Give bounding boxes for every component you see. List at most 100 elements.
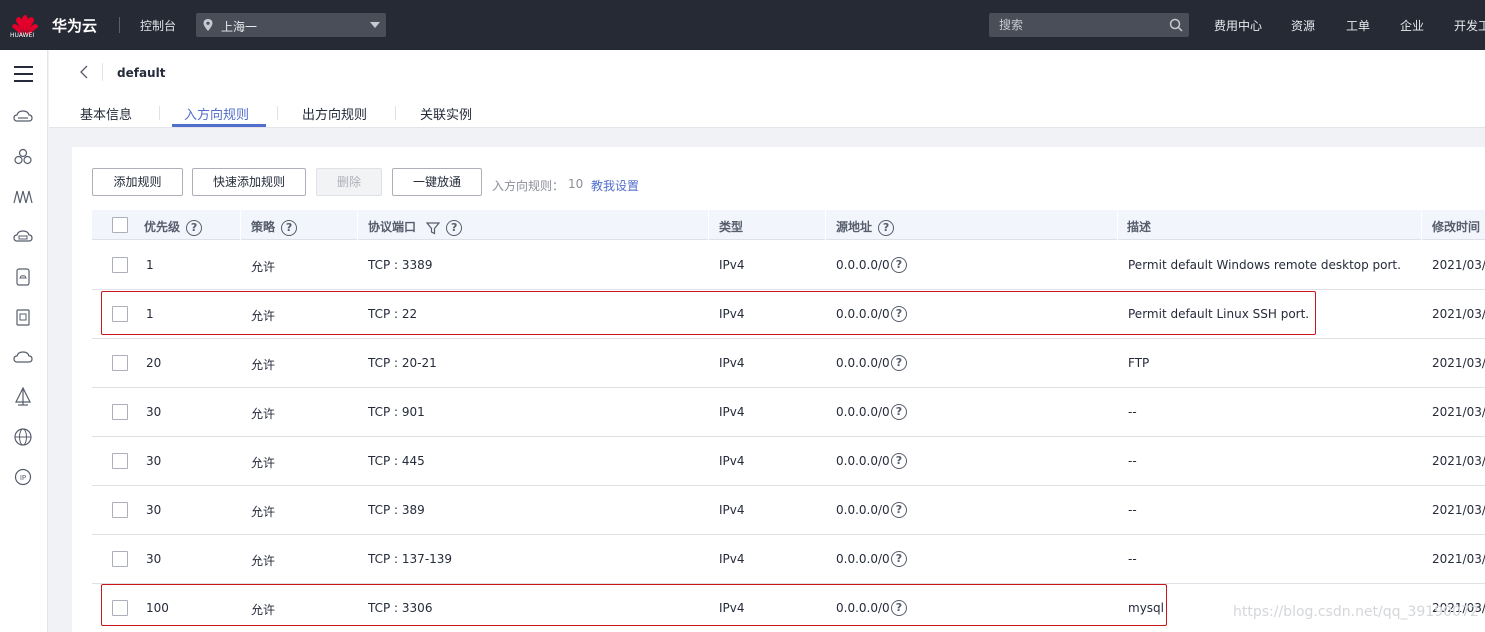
top-bar: HUAWEI 华为云 控制台 上海一 费用中心 资源 工单 企业 开发工: [0, 0, 1485, 50]
tab-basic-info[interactable]: 基本信息: [80, 104, 132, 123]
source-cell: 0.0.0.0/0: [836, 454, 890, 468]
type-cell: IPv4: [719, 503, 745, 517]
type-cell: IPv4: [719, 405, 745, 419]
priority-cell: 30: [146, 405, 162, 419]
caret-down-icon: [370, 22, 380, 28]
cloud-server-icon[interactable]: [12, 106, 34, 128]
time-cell: 2021/03/1: [1432, 552, 1485, 566]
delete-button[interactable]: 删除: [316, 168, 382, 196]
description-cell: --: [1128, 454, 1137, 468]
help-icon[interactable]: ?: [446, 219, 463, 236]
globe-icon[interactable]: [12, 426, 34, 448]
table-row[interactable]: 20 允许 TCP : 20-21 IPv4 0.0.0.0/0 ? FTP 2…: [92, 339, 1485, 388]
tab-divider: [277, 106, 278, 120]
column-header-source[interactable]: 源地址?: [836, 218, 895, 236]
help-icon[interactable]: ?: [891, 502, 907, 518]
region-select[interactable]: 上海一: [196, 13, 386, 37]
table-row[interactable]: 30 允许 TCP : 137-139 IPv4 0.0.0.0/0 ? -- …: [92, 535, 1485, 584]
back-arrow-icon[interactable]: [79, 65, 91, 79]
page-header: default 基本信息 入方向规则 出方向规则 关联实例: [49, 50, 1485, 128]
priority-cell: 30: [146, 552, 162, 566]
storage-icon[interactable]: [12, 266, 34, 288]
description-cell: --: [1128, 405, 1137, 419]
page-title: default: [117, 66, 166, 80]
tab-inbound-rules[interactable]: 入方向规则: [184, 104, 249, 123]
tab-divider: [159, 106, 160, 120]
port-cell: TCP : 389: [368, 503, 425, 517]
column-header-policy[interactable]: 策略?: [251, 218, 298, 236]
add-rule-button[interactable]: 添加规则: [92, 168, 183, 196]
table-row[interactable]: 30 允许 TCP : 445 IPv4 0.0.0.0/0 ? -- 2021…: [92, 437, 1485, 486]
help-icon[interactable]: ?: [281, 219, 298, 236]
row-checkbox[interactable]: [112, 355, 128, 371]
active-tab-indicator: [172, 124, 266, 127]
time-cell: 2021/03/0: [1432, 356, 1485, 370]
row-checkbox[interactable]: [112, 502, 128, 518]
tab-outbound-rules[interactable]: 出方向规则: [302, 104, 367, 123]
column-divider: [1421, 210, 1422, 240]
column-divider: [240, 210, 241, 240]
row-checkbox[interactable]: [112, 404, 128, 420]
console-link[interactable]: 控制台: [140, 17, 176, 34]
column-header-label: 策略: [251, 220, 276, 234]
policy-cell: 允许: [251, 260, 276, 274]
allow-all-button[interactable]: 一键放通: [392, 168, 482, 196]
database-icon[interactable]: [12, 226, 34, 248]
logo-wordmark: HUAWEI: [10, 32, 35, 39]
nav-developer[interactable]: 开发工: [1454, 17, 1485, 34]
priority-cell: 1: [146, 258, 154, 272]
highlight-box-mysql: [101, 584, 1167, 626]
help-icon[interactable]: ?: [891, 355, 907, 371]
help-icon[interactable]: ?: [891, 404, 907, 420]
nav-billing[interactable]: 费用中心: [1214, 17, 1262, 34]
row-checkbox[interactable]: [112, 257, 128, 273]
nav-resources[interactable]: 资源: [1291, 17, 1315, 34]
vpc-icon[interactable]: [12, 386, 34, 408]
column-header-modified-time[interactable]: 修改时间: [1432, 218, 1480, 235]
description-cell: --: [1128, 503, 1137, 517]
help-icon[interactable]: ?: [186, 219, 203, 236]
select-all-checkbox[interactable]: [112, 217, 128, 233]
column-header-priority[interactable]: 优先级?: [144, 218, 203, 236]
tab-associated-instances[interactable]: 关联实例: [420, 104, 472, 123]
port-cell: TCP : 901: [368, 405, 425, 419]
brand-name[interactable]: 华为云: [52, 15, 97, 36]
column-header-label: 优先级: [144, 220, 181, 234]
search-icon[interactable]: [1169, 18, 1183, 32]
cluster-icon[interactable]: [12, 146, 34, 168]
time-cell: 2021/03/1: [1432, 454, 1485, 468]
network-icon[interactable]: [12, 186, 34, 208]
port-cell: TCP : 20-21: [368, 356, 437, 370]
backup-icon[interactable]: [12, 306, 34, 328]
type-cell: IPv4: [719, 552, 745, 566]
column-header-protocol-port[interactable]: 协议端口 ?: [368, 218, 463, 236]
table-row[interactable]: 30 允许 TCP : 901 IPv4 0.0.0.0/0 ? -- 2021…: [92, 388, 1485, 437]
search-input[interactable]: [989, 13, 1189, 37]
help-icon[interactable]: ?: [891, 453, 907, 469]
filter-icon[interactable]: [425, 221, 441, 235]
type-cell: IPv4: [719, 454, 745, 468]
quick-add-rule-button[interactable]: 快速添加规则: [192, 168, 306, 196]
nav-enterprise[interactable]: 企业: [1400, 17, 1424, 34]
time-cell: 2021/03/0: [1432, 307, 1485, 321]
source-cell: 0.0.0.0/0: [836, 503, 890, 517]
help-link[interactable]: 教我设置: [591, 177, 639, 194]
nav-tickets[interactable]: 工单: [1346, 17, 1370, 34]
port-cell: TCP : 3389: [368, 258, 433, 272]
column-header-description[interactable]: 描述: [1127, 218, 1151, 235]
column-header-type[interactable]: 类型: [719, 218, 743, 235]
table-row[interactable]: 30 允许 TCP : 389 IPv4 0.0.0.0/0 ? -- 2021…: [92, 486, 1485, 535]
help-icon[interactable]: ?: [891, 551, 907, 567]
table-row[interactable]: 1 允许 TCP : 3389 IPv4 0.0.0.0/0 ? Permit …: [92, 241, 1485, 290]
help-icon[interactable]: ?: [878, 219, 895, 236]
rule-count: 10: [568, 177, 584, 191]
eip-icon[interactable]: IP: [12, 466, 34, 488]
row-checkbox[interactable]: [112, 453, 128, 469]
help-icon[interactable]: ?: [891, 257, 907, 273]
left-rail: IP: [0, 50, 48, 632]
watermark: https://blog.csdn.net/qq_39190072: [1233, 604, 1479, 620]
cloud-icon[interactable]: [12, 346, 34, 368]
priority-cell: 30: [146, 454, 162, 468]
menu-icon[interactable]: [14, 66, 33, 82]
row-checkbox[interactable]: [112, 551, 128, 567]
